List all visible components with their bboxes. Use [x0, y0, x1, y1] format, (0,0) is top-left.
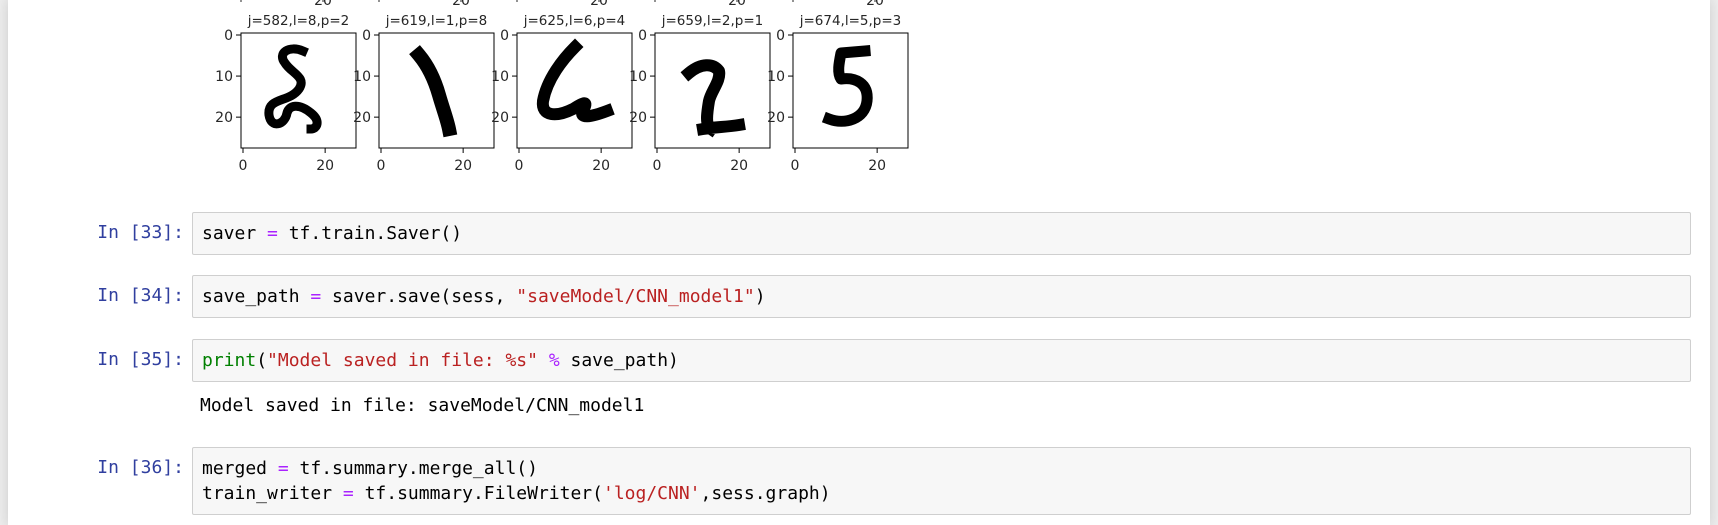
code-token: % — [548, 350, 560, 371]
x-tick-label: 0 — [653, 158, 662, 174]
y-tick-label: 10 — [629, 69, 647, 85]
digit-subplot: j=659,l=2,p=1 0 10 20 0 20 — [629, 13, 771, 174]
digit-subplot: j=674,l=5,p=3 0 10 20 0 20 — [767, 13, 909, 174]
y-tick-label: 20 — [767, 110, 785, 126]
x-tick-label: 20 — [316, 158, 334, 174]
code-line: save_path = saver.save(sess, "saveModel/… — [202, 284, 1681, 309]
input-prompt: In [34]: — [97, 285, 184, 306]
output-plots: 20 20 20 20 20 j=582,l=8,p=2 0 10 20 0 20 j=619,l=1… — [8, 0, 1710, 180]
code-token: ( — [256, 350, 268, 371]
x-tick-label: 20 — [730, 158, 748, 174]
code-line: print("Model saved in file: %s" % save_p… — [202, 348, 1681, 373]
digit-grid-figure: 20 20 20 20 20j=582,l=8,p=2010200 20j=619,l=1… — [215, 0, 909, 174]
code-token: train_writer — [202, 483, 343, 504]
cell-output-text: Model saved in file: saveModel/CNN_model… — [200, 395, 645, 416]
subplot-title: j=674,l=5,p=3 — [799, 13, 902, 29]
input-prompt: In [33]: — [97, 222, 184, 243]
y-tick-label: 0 — [224, 28, 233, 44]
code-token: ) — [754, 286, 766, 307]
subplot-title: j=619,l=1,p=8 — [385, 13, 488, 29]
subplot-title: j=582,l=8,p=2 — [247, 13, 350, 29]
code-token: 'log/CNN' — [602, 483, 701, 504]
x-tick-label: 20 — [592, 158, 610, 174]
x-tick-label: 20 — [454, 158, 472, 174]
y-tick-label: 20 — [629, 110, 647, 126]
y-tick-label: 0 — [500, 28, 509, 44]
code-line: merged = tf.summary.merge_all() — [202, 456, 1681, 481]
code-token: "saveModel/CNN_model1" — [516, 286, 755, 307]
code-token: = — [310, 286, 322, 307]
code-token: ,sess.graph) — [700, 483, 831, 504]
notebook-container: 20 20 20 20 20 j=582,l=8,p=2 0 10 20 0 20 j=619,l=1… — [8, 0, 1710, 525]
digit-subplot: j=619,l=1,p=8 0 10 20 0 20 — [353, 13, 495, 174]
subplot-title: j=659,l=2,p=1 — [661, 13, 764, 29]
y-tick-label: 0 — [362, 28, 371, 44]
code-token: tf.summary.merge_all() — [288, 458, 538, 479]
code-token: = — [267, 223, 278, 244]
code-token: saver — [202, 223, 268, 244]
digit-subplot: j=625,l=6,p=4 0 10 20 0 20 — [491, 13, 633, 174]
digit-subplot: j=582,l=8,p=2 0 10 20 0 20 — [215, 13, 357, 174]
code-line: train_writer = tf.summary.FileWriter('lo… — [202, 481, 1681, 506]
code-line: saver = tf.train.Saver() — [202, 221, 1681, 246]
code-token: "Model saved in file: %s" — [267, 350, 538, 371]
x-tick-label: 0 — [239, 158, 248, 174]
y-tick-label: 20 — [491, 110, 509, 126]
y-tick-label: 0 — [776, 28, 785, 44]
code-token: saver.save(sess, — [321, 286, 517, 307]
code-input-area[interactable]: save_path = saver.save(sess, "saveModel/… — [192, 275, 1691, 318]
code-token: save_path) — [559, 350, 679, 371]
y-tick-label: 0 — [638, 28, 647, 44]
y-tick-label: 20 — [215, 110, 233, 126]
y-tick-label: 10 — [353, 69, 371, 85]
y-tick-label: 10 — [491, 69, 509, 85]
code-token: merged — [202, 458, 278, 479]
code-token: tf.summary.FileWriter( — [353, 483, 603, 504]
x-tick-label: 0 — [791, 158, 800, 174]
y-tick-label: 10 — [215, 69, 233, 85]
x-tick-label: 20 — [868, 158, 886, 174]
code-input-area[interactable]: merged = tf.summary.merge_all() train_wri… — [192, 447, 1691, 515]
x-tick-label: 0 — [377, 158, 386, 174]
code-input-area[interactable]: print("Model saved in file: %s" % save_p… — [192, 339, 1691, 382]
y-tick-label: 10 — [767, 69, 785, 85]
code-input-area[interactable]: saver = tf.train.Saver() — [192, 212, 1691, 255]
subplot-title: j=625,l=6,p=4 — [523, 13, 626, 29]
code-token: = — [277, 458, 289, 479]
x-tick-label: 0 — [515, 158, 524, 174]
y-tick-label: 20 — [353, 110, 371, 126]
input-prompt: In [36]: — [97, 457, 184, 478]
code-token: = — [342, 483, 354, 504]
input-prompt: In [35]: — [97, 349, 184, 370]
code-token: save_path — [202, 286, 311, 307]
code-token: print — [202, 350, 257, 371]
code-token: tf.train.Saver() — [277, 223, 463, 244]
